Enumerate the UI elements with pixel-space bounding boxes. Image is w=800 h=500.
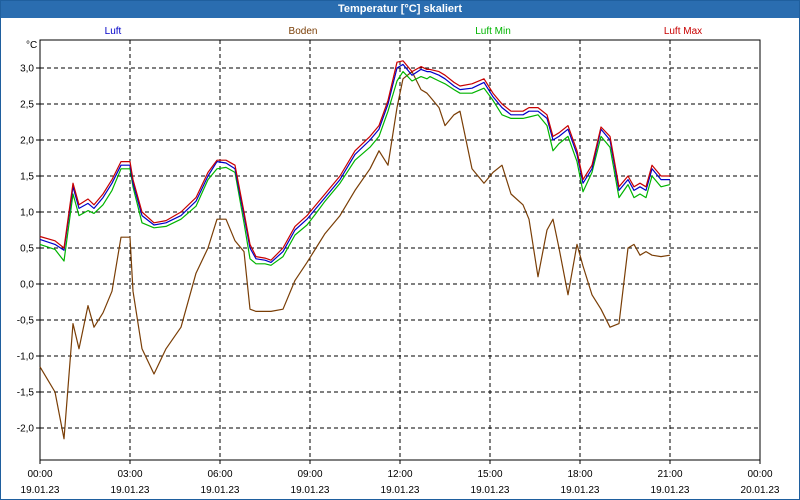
x-tick-date: 19.01.23 (201, 485, 240, 496)
x-tick-time: 00:00 (747, 469, 772, 480)
x-tick-time: 00:00 (27, 469, 52, 480)
x-tick-time: 12:00 (387, 469, 412, 480)
y-tick-label: 2,0 (20, 136, 34, 147)
legend-entry: Luft Max (664, 26, 702, 37)
x-tick-time: 21:00 (657, 469, 682, 480)
y-tick-label: -1,0 (17, 352, 35, 363)
x-tick-time: 09:00 (297, 469, 322, 480)
y-tick-label: -1,5 (17, 388, 35, 399)
legend: Luft Boden Luft Min Luft Max (105, 26, 703, 37)
legend-entry: Luft Min (475, 26, 511, 37)
legend-entry: Boden (289, 26, 318, 37)
y-axis-unit: °C (26, 40, 37, 51)
y-tick-label: 2,5 (20, 100, 34, 111)
x-tick-time: 03:00 (117, 469, 142, 480)
x-tick-date: 19.01.23 (381, 485, 420, 496)
y-tick-label: 1,0 (20, 208, 34, 219)
legend-entry: Luft (105, 26, 122, 37)
y-tick-label: 0,0 (20, 280, 34, 291)
x-tick-date: 19.01.23 (111, 485, 150, 496)
x-tick-date: 19.01.23 (21, 485, 60, 496)
x-tick-date: 20.01.23 (741, 485, 780, 496)
y-tick-label: 3,0 (20, 64, 34, 75)
x-axis-ticks: 00:00 19.01.23 03:00 19.01.23 06:00 19.01.23 0… (21, 460, 780, 496)
x-tick-date: 19.01.23 (471, 485, 510, 496)
y-tick-label: -2,0 (17, 424, 35, 435)
x-tick-date: 19.01.23 (651, 485, 690, 496)
temperature-chart: 3,0 2,5 2,0 1,5 1,0 0,5 0,0 -0,5 -1,0 -1,5 -2,0 00… (17, 26, 780, 496)
y-axis-ticks: 3,0 2,5 2,0 1,5 1,0 0,5 0,0 -0,5 -1,0 -1,5 -2,0 (17, 64, 40, 435)
x-tick-time: 18:00 (567, 469, 592, 480)
x-tick-date: 19.01.23 (561, 485, 600, 496)
y-tick-label: -0,5 (17, 316, 35, 327)
y-tick-label: 0,5 (20, 244, 34, 255)
x-tick-time: 15:00 (477, 469, 502, 480)
y-tick-label: 1,5 (20, 172, 34, 183)
x-tick-date: 19.01.23 (291, 485, 330, 496)
x-tick-time: 06:00 (207, 469, 232, 480)
